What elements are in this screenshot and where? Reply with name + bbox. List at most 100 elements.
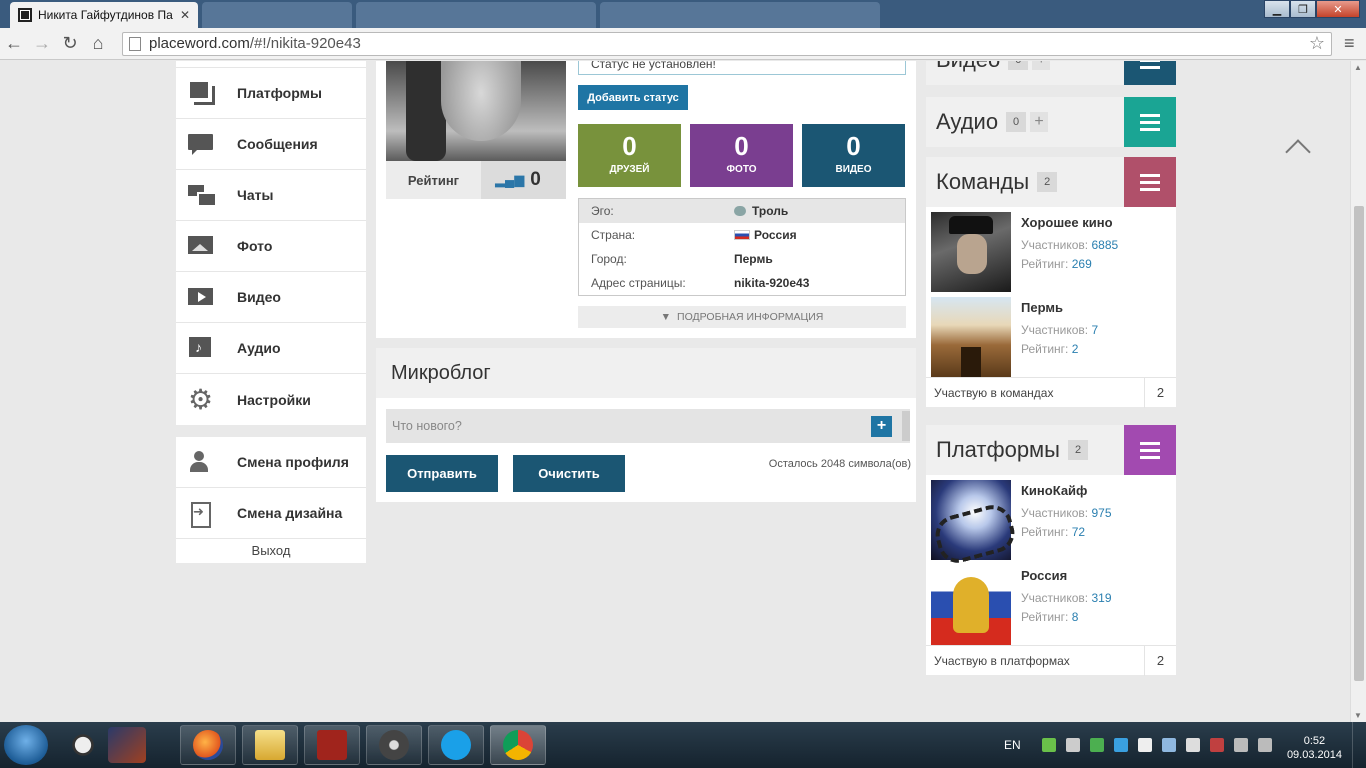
windows-taskbar: EN 0:52 09.03.2014 <box>0 722 1366 768</box>
team-item[interactable]: Хорошее кино Участников: 6885 Рейтинг: 2… <box>926 207 1176 292</box>
tab-inactive[interactable] <box>202 2 352 28</box>
windows-start-icon[interactable] <box>4 725 48 765</box>
send-button[interactable]: Отправить <box>386 455 498 492</box>
scroll-down-icon[interactable]: ▼ <box>1354 711 1362 720</box>
menu-item-video[interactable]: Видео <box>176 272 366 323</box>
star-icon[interactable]: ☆ <box>1309 33 1325 54</box>
tray-app-icon[interactable] <box>1042 738 1056 752</box>
widget-menu-icon[interactable] <box>1124 157 1176 207</box>
status-text[interactable]: Статус не установлен! <box>578 61 906 75</box>
menu-item-change-design[interactable]: Смена дизайна <box>176 488 366 539</box>
menu-item-audio[interactable]: Аудио <box>176 323 366 374</box>
pinned-app-icon[interactable] <box>64 727 102 763</box>
info-row-country: Страна: Россия <box>579 223 905 247</box>
firefox-taskbar-button[interactable] <box>180 725 236 765</box>
tray-app-icon[interactable] <box>1210 738 1224 752</box>
address-bar[interactable]: placeword.com/#!/nikita-920e43 ☆ <box>122 32 1332 56</box>
add-attachment-button[interactable]: + <box>871 416 892 437</box>
team-thumbnail[interactable] <box>931 297 1011 377</box>
menu-item-platforms[interactable]: Платформы <box>176 68 366 119</box>
platform-item[interactable]: Россия Участников: 319 Рейтинг: 8 <box>926 560 1176 645</box>
home-icon[interactable]: ⌂ <box>84 33 112 54</box>
tab-active[interactable]: Никита Гайфутдинов Па ✕ <box>10 2 198 28</box>
add-status-button[interactable]: Добавить статус <box>578 85 688 110</box>
logout-link[interactable]: Выход <box>176 539 366 563</box>
tray-app-icon[interactable] <box>1138 738 1152 752</box>
team-name[interactable]: Хорошее кино <box>1021 215 1118 230</box>
show-desktop-button[interactable] <box>1352 722 1366 768</box>
platform-name[interactable]: КиноКайф <box>1021 483 1112 498</box>
input-scrollbar[interactable] <box>902 411 910 441</box>
widget-menu-icon[interactable] <box>1124 61 1176 85</box>
scroll-to-top-icon[interactable] <box>1284 139 1312 155</box>
clear-button[interactable]: Очистить <box>513 455 625 492</box>
skype-taskbar-button[interactable] <box>428 725 484 765</box>
left-menu-secondary: Смена профиля Смена дизайна Выход <box>176 437 366 563</box>
tab-close-icon[interactable]: ✕ <box>180 8 190 22</box>
menu-item-messages[interactable]: Сообщения <box>176 119 366 170</box>
flag-tray-icon[interactable] <box>1186 738 1200 752</box>
team-thumbnail[interactable] <box>931 212 1011 292</box>
menu-item-chats[interactable]: Чаты <box>176 170 366 221</box>
avatar[interactable] <box>386 61 566 161</box>
widget-count: 2 <box>1068 440 1088 460</box>
platform-thumbnail[interactable] <box>931 565 1011 645</box>
volume-icon[interactable] <box>1258 738 1272 752</box>
steam-tray-icon[interactable] <box>1066 738 1080 752</box>
hamburger-icon[interactable]: ≡ <box>1344 33 1355 54</box>
game-app-icon[interactable] <box>108 727 146 763</box>
video-counter[interactable]: 0 ВИДЕО <box>802 124 905 187</box>
info-row-address: Адрес страницы: nikita-920e43 <box>579 271 905 295</box>
language-indicator[interactable]: EN <box>1004 738 1021 752</box>
teams-footer[interactable]: Участвую в командах 2 <box>926 377 1176 407</box>
close-window-icon[interactable]: ✕ <box>1316 0 1360 18</box>
photo-counter[interactable]: 0 ФОТО <box>690 124 793 187</box>
friends-counter[interactable]: 0 ДРУЗЕЙ <box>578 124 681 187</box>
chrome-taskbar-button[interactable] <box>490 725 546 765</box>
tab-inactive[interactable] <box>600 2 880 28</box>
back-arrow-icon[interactable]: ← <box>0 33 28 54</box>
platforms-footer[interactable]: Участвую в платформах 2 <box>926 645 1176 675</box>
forward-arrow-icon[interactable]: → <box>28 33 56 54</box>
team-name[interactable]: Пермь <box>1021 300 1098 315</box>
plus-icon[interactable]: + <box>1032 61 1050 70</box>
steam-taskbar-button[interactable] <box>366 725 422 765</box>
network-icon[interactable] <box>1234 738 1248 752</box>
minimize-icon[interactable]: ▁ <box>1264 0 1290 18</box>
platform-thumbnail[interactable] <box>931 480 1011 560</box>
firefox-icon <box>193 730 223 760</box>
reload-icon[interactable]: ↻ <box>56 33 84 54</box>
platform-item[interactable]: КиноКайф Участников: 975 Рейтинг: 72 <box>926 475 1176 560</box>
tray-app-icon[interactable] <box>1162 738 1176 752</box>
dota-taskbar-button[interactable] <box>304 725 360 765</box>
menu-item-settings[interactable]: Настройки <box>176 374 366 425</box>
more-info-toggle[interactable]: ▼ ПОДРОБНАЯ ИНФОРМАЦИЯ <box>578 306 906 328</box>
platform-name[interactable]: Россия <box>1021 568 1112 583</box>
address-text[interactable]: placeword.com/#!/nikita-920e43 <box>149 35 1309 52</box>
profile-icon <box>188 451 214 473</box>
menu-item-label: Смена профиля <box>237 454 349 470</box>
widget-menu-icon[interactable] <box>1124 97 1176 147</box>
menu-item-label: Платформы <box>237 85 322 101</box>
widget-menu-icon[interactable] <box>1124 425 1176 475</box>
plus-icon[interactable]: + <box>1030 112 1048 132</box>
platform-rating: Рейтинг: 8 <box>1021 608 1112 627</box>
clock[interactable]: 0:52 09.03.2014 <box>1287 734 1342 762</box>
tray-app-icon[interactable] <box>1114 738 1128 752</box>
microblog-input[interactable]: Что нового? + <box>386 409 910 443</box>
maximize-icon[interactable]: ❐ <box>1290 0 1316 18</box>
menu-item-label: Видео <box>237 289 281 305</box>
page-scrollbar[interactable]: ▲ ▼ <box>1350 61 1366 722</box>
tray-app-icon[interactable] <box>1090 738 1104 752</box>
scroll-up-icon[interactable]: ▲ <box>1354 63 1362 72</box>
browser-titlebar: Никита Гайфутдинов Па ✕ ▁ ❐ ✕ <box>0 0 1366 28</box>
menu-item-change-profile[interactable]: Смена профиля <box>176 437 366 488</box>
explorer-taskbar-button[interactable] <box>242 725 298 765</box>
profile-info-table: Эго: Троль Страна: Россия Город: Пермь А… <box>578 198 906 296</box>
tab-inactive[interactable] <box>356 2 596 28</box>
menu-item-photo[interactable]: Фото <box>176 221 366 272</box>
menu-item-label: Аудио <box>237 340 281 356</box>
scroll-thumb[interactable] <box>1354 206 1364 681</box>
team-item[interactable]: Пермь Участников: 7 Рейтинг: 2 <box>926 292 1176 377</box>
design-icon <box>188 502 214 524</box>
